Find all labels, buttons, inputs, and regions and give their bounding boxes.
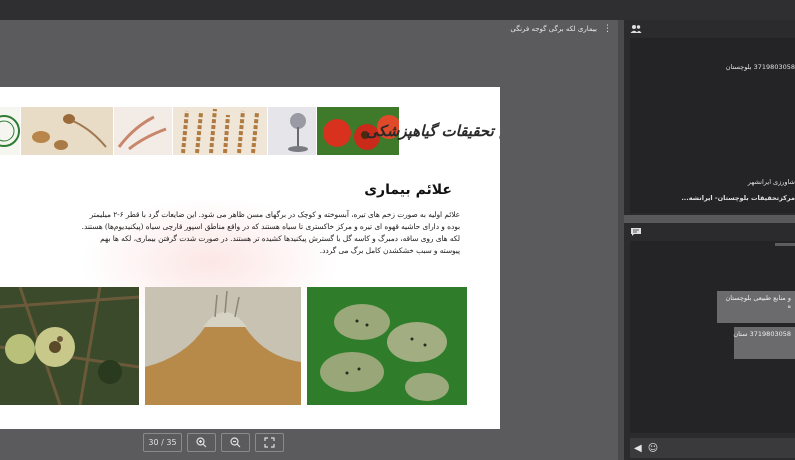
banner-image-conidia xyxy=(114,107,172,155)
user-entry[interactable]: مرکزتحقیقات بلوچستان- ایرانشه... xyxy=(681,194,795,202)
top-bar xyxy=(0,0,795,20)
chat-panel: و منابع طبیعی بلوچستان ه 3719803058 ستان… xyxy=(624,223,795,460)
chat-messages: و منابع طبیعی بلوچستان ه 3719803058 ستان xyxy=(630,241,795,433)
more-options-icon[interactable]: ⋮ xyxy=(603,24,612,34)
zoom-out-button[interactable] xyxy=(221,433,250,452)
paragraph-line: علائم اولیه به صورت زخم های تیره، آبسوخت… xyxy=(89,210,460,219)
chat-input-bar[interactable]: ◀ ☺ xyxy=(630,438,795,458)
photo-pycnidium-microscopy xyxy=(145,287,301,405)
banner-title: بخش تحقیقات گیاهپزشکی xyxy=(366,122,500,140)
photo-infected-tomatoes xyxy=(0,287,139,405)
chat-message-text: ه xyxy=(787,302,791,310)
users-icon xyxy=(630,25,642,33)
fullscreen-button[interactable] xyxy=(255,433,284,452)
banner-image-chains xyxy=(173,107,267,155)
zoom-in-button[interactable] xyxy=(187,433,216,452)
user-entry[interactable]: 3719803058 بلوچستان xyxy=(726,63,795,71)
send-icon[interactable]: ◀ xyxy=(634,443,642,454)
slide-heading: علائم بیماری xyxy=(364,182,452,198)
chat-message-text: و منابع طبیعی بلوچستان xyxy=(725,294,791,302)
users-list: 3719803058 بلوچستان شاورزی ایرانشهر مرکز… xyxy=(630,38,795,213)
page-indicator: 30 / 35 xyxy=(143,433,182,452)
logo-emblem xyxy=(0,107,20,155)
users-panel: 3719803058 بلوچستان شاورزی ایرانشهر مرکز… xyxy=(624,20,795,215)
chat-icon xyxy=(631,228,641,236)
slide-paragraph: علائم اولیه به صورت زخم های تیره، آبسوخت… xyxy=(0,209,460,257)
presentation-controls: 30 / 35 xyxy=(143,433,284,452)
chat-scroll-indicator xyxy=(775,243,795,246)
chat-message-text: 3719803058 ستان xyxy=(733,330,791,338)
chat-message: و منابع طبیعی بلوچستان ه xyxy=(717,291,795,323)
banner-image-spores xyxy=(21,107,113,155)
chat-message: 3719803058 ستان xyxy=(733,327,795,359)
panel-gap xyxy=(624,215,795,223)
zoom-in-icon xyxy=(196,437,207,448)
presentation-pane: ⋮ بیماری لکه برگی گوجه فرنگی تحقیقات گیا… xyxy=(0,20,618,460)
zoom-out-icon xyxy=(230,437,241,448)
presentation-header: ⋮ بیماری لکه برگی گوجه فرنگی xyxy=(510,22,612,36)
presentation-title: بیماری لکه برگی گوجه فرنگی xyxy=(510,25,597,33)
fullscreen-icon xyxy=(264,437,275,448)
photo-leaf-spots xyxy=(307,287,467,405)
paragraph-line: بوده و دارای حاشیه قهوه ای تیره و مرکز خ… xyxy=(81,222,460,231)
slide: بخش تحقیقات گیاهپزشکی علائم بیماری علائم… xyxy=(0,87,500,429)
paragraph-line: پیوسته و سبب خشکشدن کامل برگ می گردد. xyxy=(319,246,460,255)
user-entry[interactable]: شاورزی ایرانشهر xyxy=(748,178,795,186)
banner-image-microscope xyxy=(268,107,316,155)
emoji-icon[interactable]: ☺ xyxy=(648,443,658,454)
paragraph-line: لکه های روی ساقه، دمبرگ و کاسه گل با گست… xyxy=(100,234,460,243)
